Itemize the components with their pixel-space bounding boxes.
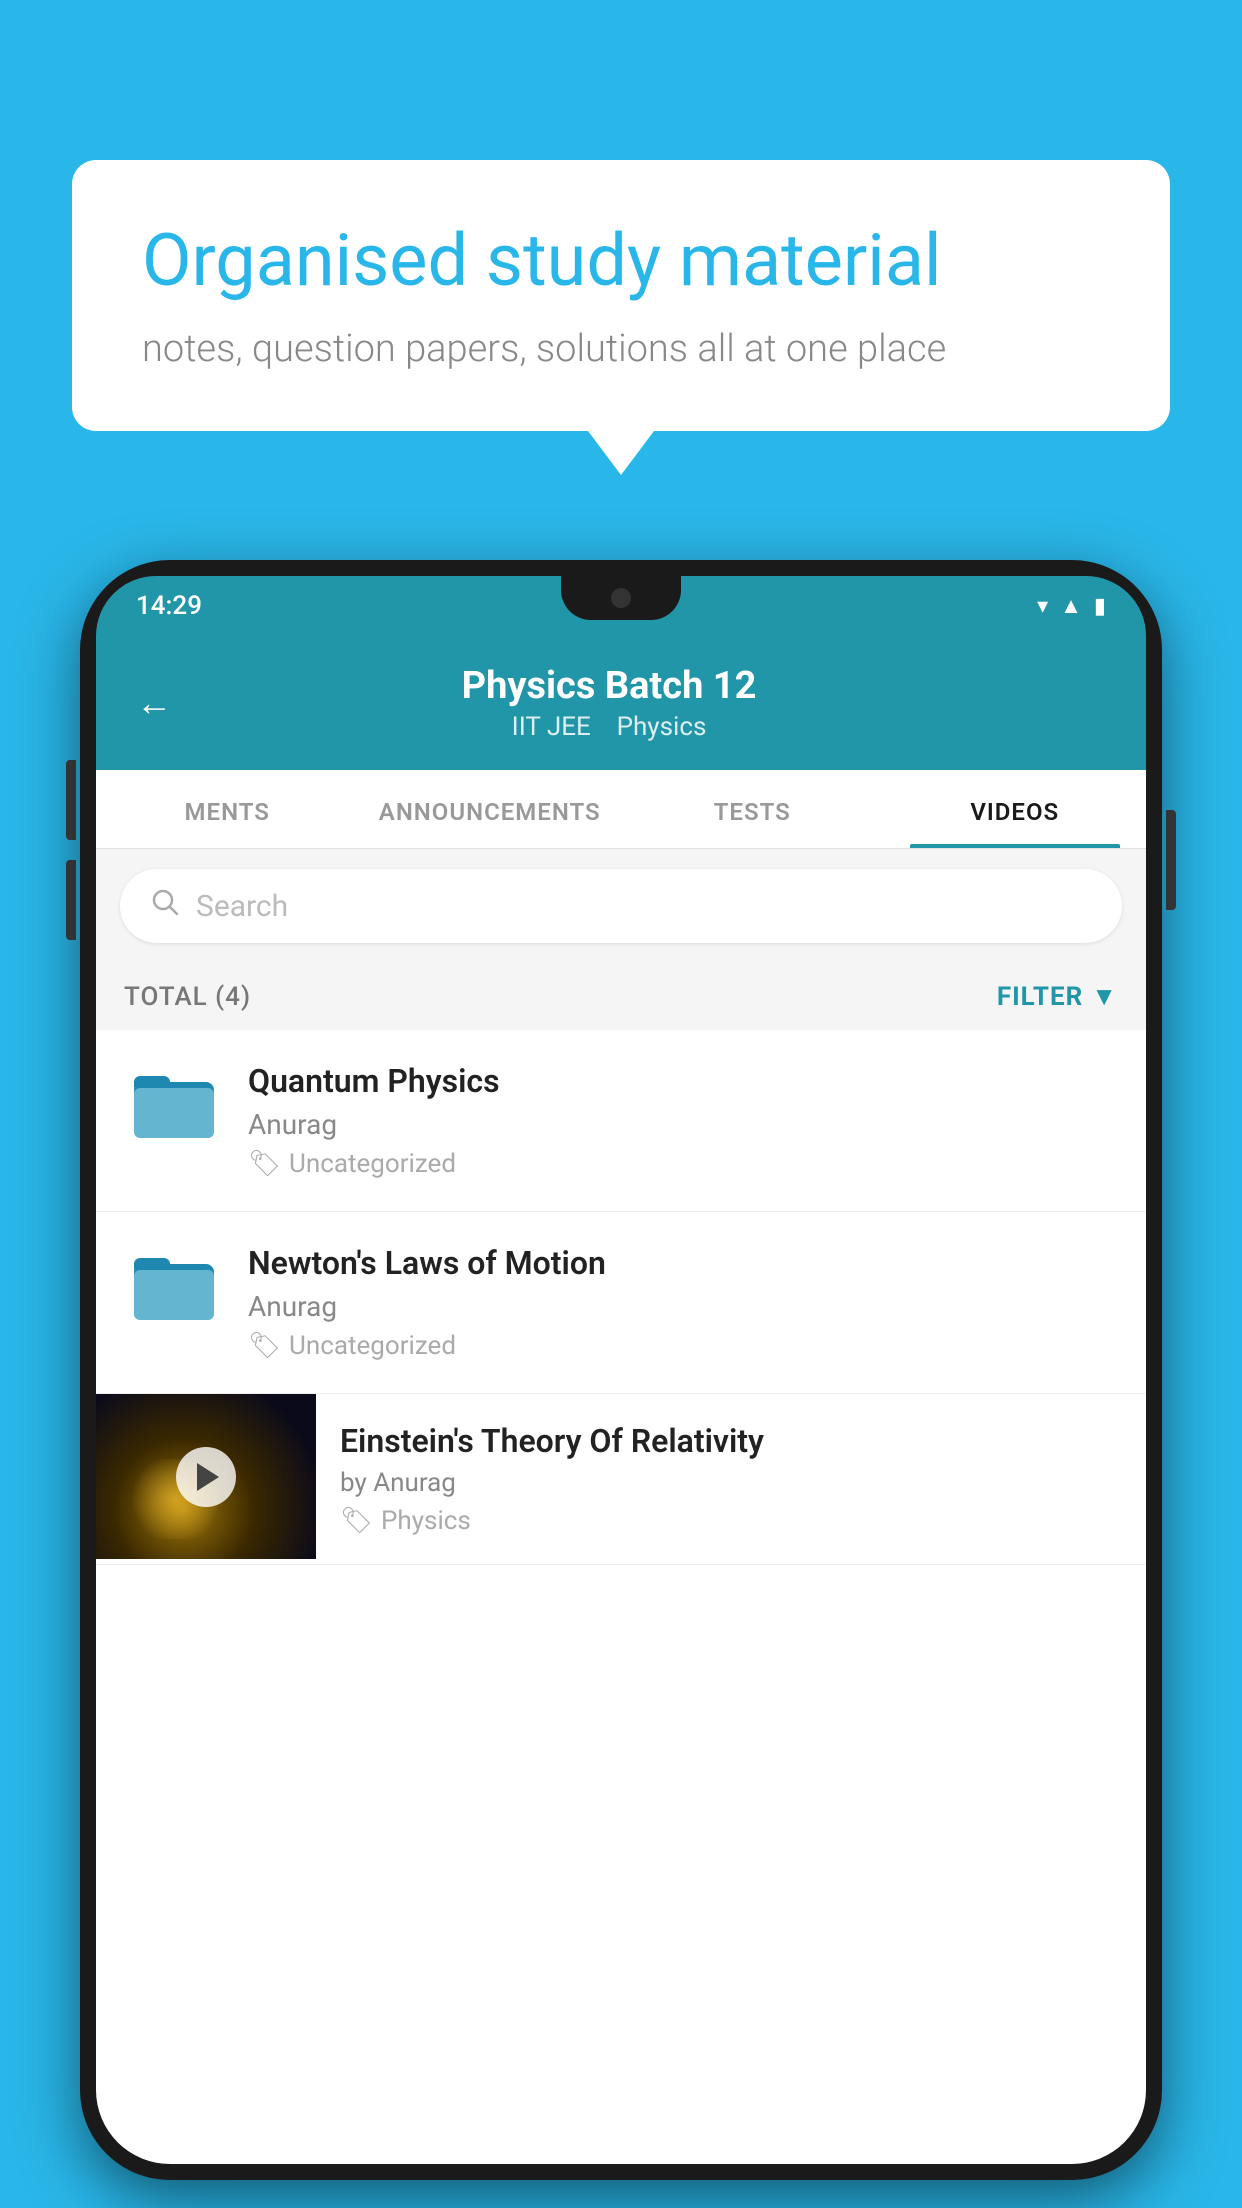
play-triangle-icon <box>197 1463 219 1491</box>
tab-videos[interactable]: VIDEOS <box>884 770 1147 848</box>
batch-subtitle: IIT JEE Physics <box>196 712 1022 742</box>
tag-label: Uncategorized <box>289 1149 456 1179</box>
bubble-subtitle: notes, question papers, solutions all at… <box>142 327 1100 371</box>
speech-bubble: Organised study material notes, question… <box>72 160 1170 431</box>
filter-label: FILTER <box>997 982 1083 1012</box>
item-title: Newton's Laws of Motion <box>248 1244 1118 1282</box>
subtitle-physics: Physics <box>617 712 707 742</box>
notch <box>561 576 681 620</box>
status-icons: ▾ ▲ ▮ <box>1037 593 1106 619</box>
tab-ments[interactable]: MENTS <box>96 770 359 848</box>
folder-icon-wrap <box>124 1244 224 1324</box>
filter-button[interactable]: FILTER ▼ <box>997 981 1118 1012</box>
video-thumbnail <box>96 1394 316 1559</box>
folder-icon-wrap <box>124 1062 224 1142</box>
item-info: Quantum Physics Anurag 🏷 Uncategorized <box>248 1062 1118 1179</box>
play-button[interactable] <box>176 1447 236 1507</box>
total-count: TOTAL (4) <box>124 982 251 1012</box>
item-tag: 🏷 Uncategorized <box>248 1331 1118 1361</box>
search-icon <box>150 887 180 925</box>
item-author: Anurag <box>248 1290 1118 1323</box>
video-list: Quantum Physics Anurag 🏷 Uncategorized <box>96 1030 1146 1565</box>
header-title-group: Physics Batch 12 IIT JEE Physics <box>196 664 1022 742</box>
item-author: by Anurag <box>340 1468 1122 1498</box>
tag-icon: 🏷 <box>248 1331 281 1361</box>
list-item[interactable]: Quantum Physics Anurag 🏷 Uncategorized <box>96 1030 1146 1212</box>
list-item[interactable]: Einstein's Theory Of Relativity by Anura… <box>96 1394 1146 1565</box>
filter-bar: TOTAL (4) FILTER ▼ <box>96 963 1146 1030</box>
speech-bubble-container: Organised study material notes, question… <box>72 160 1170 431</box>
batch-title: Physics Batch 12 <box>196 664 1022 708</box>
status-bar: 14:29 ▾ ▲ ▮ <box>96 576 1146 636</box>
bubble-title: Organised study material <box>142 220 1100 303</box>
item-info: Einstein's Theory Of Relativity by Anura… <box>316 1394 1146 1564</box>
item-author: Anurag <box>248 1108 1118 1141</box>
search-placeholder: Search <box>196 889 288 924</box>
tag-icon: 🏷 <box>248 1149 281 1179</box>
power-button <box>1166 810 1176 910</box>
folder-icon <box>134 1062 214 1142</box>
tab-tests[interactable]: TESTS <box>621 770 884 848</box>
volume-down-button <box>66 860 76 940</box>
item-tag: 🏷 Uncategorized <box>248 1149 1118 1179</box>
battery-icon: ▮ <box>1094 594 1106 619</box>
list-item[interactable]: Newton's Laws of Motion Anurag 🏷 Uncateg… <box>96 1212 1146 1394</box>
item-info: Newton's Laws of Motion Anurag 🏷 Uncateg… <box>248 1244 1118 1361</box>
tabs-bar: MENTS ANNOUNCEMENTS TESTS VIDEOS <box>96 770 1146 849</box>
filter-icon: ▼ <box>1091 981 1118 1012</box>
phone-container: 14:29 ▾ ▲ ▮ ← Physics Batch 12 <box>80 560 1162 2208</box>
front-camera <box>611 588 631 608</box>
app-header: ← Physics Batch 12 IIT JEE Physics <box>96 636 1146 770</box>
signal-icon: ▲ <box>1060 593 1082 619</box>
search-bar[interactable]: Search <box>120 869 1122 943</box>
tag-label: Uncategorized <box>289 1331 456 1361</box>
subtitle-iit: IIT JEE <box>512 712 591 742</box>
phone-frame: 14:29 ▾ ▲ ▮ ← Physics Batch 12 <box>80 560 1162 2180</box>
item-title: Quantum Physics <box>248 1062 1118 1100</box>
app-content: ← Physics Batch 12 IIT JEE Physics MENTS <box>96 636 1146 2164</box>
wifi-icon: ▾ <box>1037 594 1048 619</box>
background: Organised study material notes, question… <box>0 0 1242 2208</box>
volume-up-button <box>66 760 76 840</box>
item-tag: 🏷 Physics <box>340 1506 1122 1536</box>
item-title: Einstein's Theory Of Relativity <box>340 1422 1122 1460</box>
folder-icon <box>134 1244 214 1324</box>
search-container: Search <box>96 849 1146 963</box>
tag-icon: 🏷 <box>340 1506 373 1536</box>
tag-label: Physics <box>381 1506 471 1536</box>
back-button[interactable]: ← <box>136 682 172 724</box>
tab-announcements[interactable]: ANNOUNCEMENTS <box>359 770 622 848</box>
status-time: 14:29 <box>136 591 202 621</box>
